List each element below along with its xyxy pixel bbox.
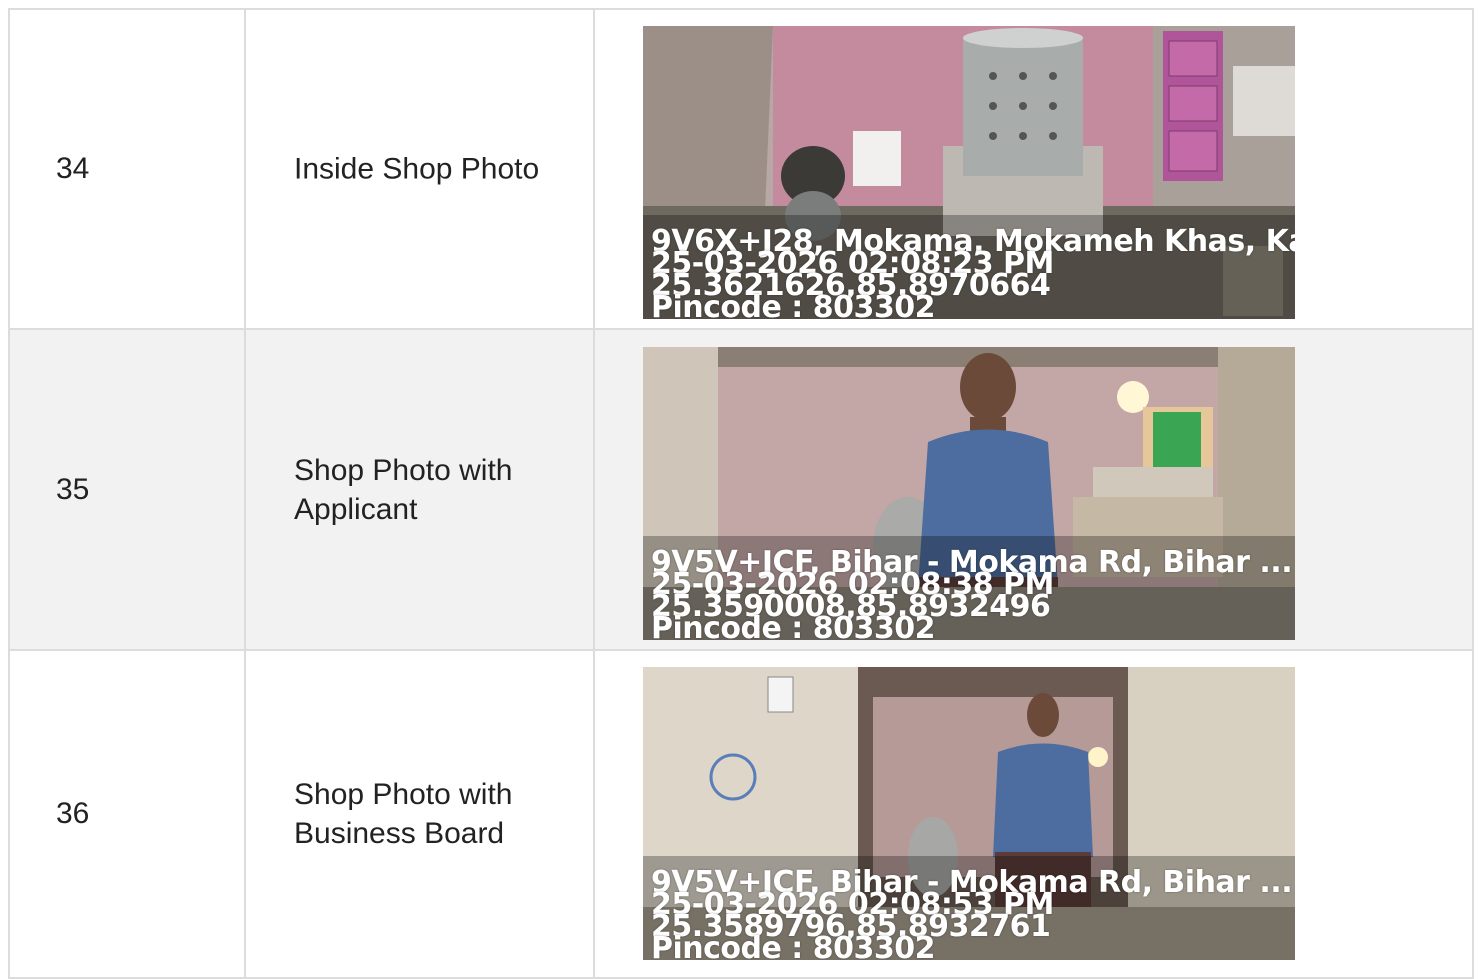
- applicant-in-shop-photo: 9V5V+JCF, Bihar - Mokama Rd, Bihar ... 2…: [643, 347, 1295, 640]
- document-label: Shop Photo with Business Board: [294, 778, 513, 850]
- document-label-cell: Shop Photo with Applicant: [246, 330, 595, 649]
- serial-number: 36: [56, 797, 90, 830]
- geo-stamp: 9V5V+JCF, Bihar - Mokama Rd, Bihar ... 2…: [651, 548, 1293, 641]
- photo-cell: 9V5V+JCF, Bihar - Mokama Rd, Bihar ... 2…: [595, 330, 1472, 649]
- serial-number: 34: [56, 152, 90, 185]
- table-row: 35 Shop Photo with Applicant 9V5V+JCF, B…: [8, 328, 1474, 651]
- document-label-cell: Shop Photo with Business Board: [246, 651, 595, 977]
- shop-interior-photo: 9V6X+J28, Mokama, Mokameh Khas, Karara 2…: [643, 26, 1295, 319]
- table-row: 34 Inside Shop Photo 9V6X+J28, Mokama, M…: [8, 8, 1474, 330]
- photo-cell: 9V6X+J28, Mokama, Mokameh Khas, Karara 2…: [595, 10, 1472, 328]
- serial-number-cell: 35: [10, 330, 246, 649]
- serial-number-cell: 34: [10, 10, 246, 328]
- serial-number-cell: 36: [10, 651, 246, 977]
- document-label: Shop Photo with Applicant: [294, 453, 513, 526]
- document-label: Inside Shop Photo: [294, 152, 540, 186]
- geo-stamp: 9V5V+JCF, Bihar - Mokama Rd, Bihar ... 2…: [651, 868, 1293, 961]
- photo-cell: 9V5V+JCF, Bihar - Mokama Rd, Bihar ... 2…: [595, 651, 1472, 977]
- business-board-photo: 9V5V+JCF, Bihar - Mokama Rd, Bihar ... 2…: [643, 667, 1295, 960]
- table-row: 36 Shop Photo with Business Board 9V5V+J…: [8, 649, 1474, 979]
- document-label-cell: Inside Shop Photo: [246, 10, 595, 328]
- serial-number: 35: [56, 472, 90, 506]
- geo-stamp: 9V6X+J28, Mokama, Mokameh Khas, Karara 2…: [651, 227, 1295, 320]
